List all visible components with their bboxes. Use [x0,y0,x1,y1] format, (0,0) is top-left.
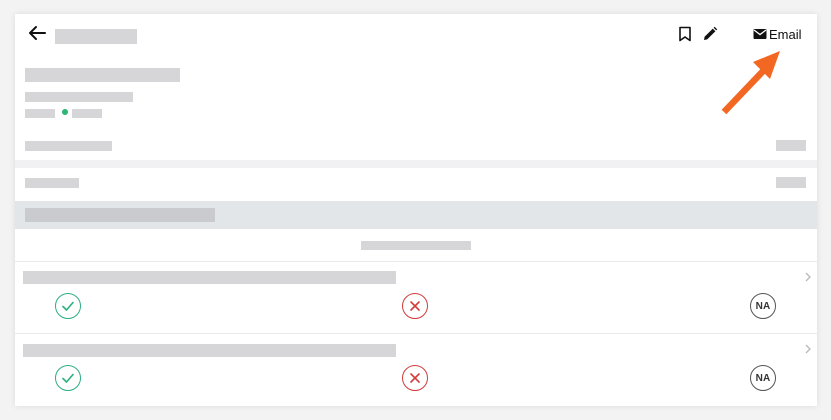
meta-left-placeholder [25,109,55,118]
question-text-placeholder [23,344,396,357]
na-label: NA [755,300,771,312]
x-icon [410,301,420,311]
chevron-right-icon[interactable] [804,344,812,354]
section-divider [15,160,817,168]
fail-button[interactable] [402,293,428,319]
pencil-icon[interactable] [702,26,718,42]
check-icon [62,373,74,383]
bookmark-icon[interactable] [678,26,692,42]
na-button[interactable]: NA [750,293,776,319]
inspection-panel: Email NA NA [15,14,817,406]
status-dot [62,109,68,115]
pass-button[interactable] [55,293,81,319]
na-label: NA [755,372,771,384]
x-icon [410,373,420,383]
back-arrow-icon[interactable] [28,25,46,41]
subsection-title-placeholder [361,241,471,250]
checklist-item[interactable]: NA [15,334,817,406]
na-button[interactable]: NA [750,365,776,391]
question-text-placeholder [23,271,396,284]
summary-label-placeholder [25,141,112,151]
email-label: Email [769,26,802,42]
check-icon [62,301,74,311]
page-title-placeholder [55,29,137,44]
section-header [15,201,817,229]
section-header-placeholder [25,208,215,222]
checklist-item[interactable]: NA [15,262,817,333]
meta-right-placeholder [72,109,102,118]
score-label-placeholder [25,178,79,188]
summary-value-placeholder [776,140,806,151]
email-button[interactable]: Email [753,25,802,43]
inspection-subtitle-placeholder [25,92,133,102]
inspection-title-placeholder [25,68,180,82]
mail-icon [753,29,767,39]
chevron-right-icon[interactable] [804,272,812,282]
fail-button[interactable] [402,365,428,391]
pass-button[interactable] [55,365,81,391]
score-value-placeholder [776,177,806,188]
